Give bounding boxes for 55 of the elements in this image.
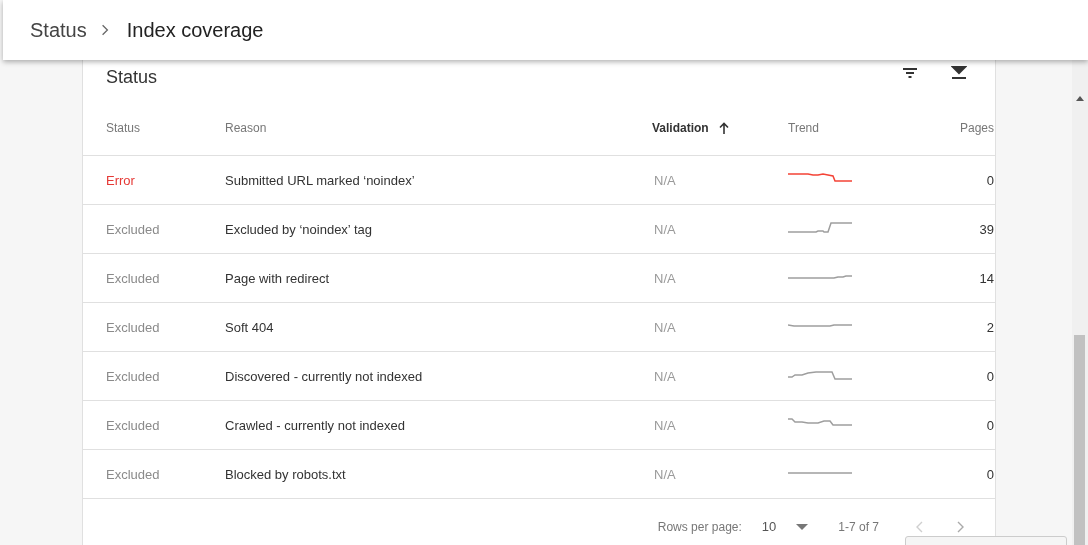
filter-icon[interactable]: [903, 68, 917, 78]
status-cell-text: Excluded: [106, 319, 161, 335]
pages-cell-text: 0: [985, 172, 994, 188]
reason-cell-text: Crawled - currently not indexed: [225, 417, 406, 433]
validation-cell-text: N/A: [653, 466, 677, 482]
page-range: 1-7 of 7: [838, 519, 879, 534]
card-title: Status: [106, 66, 158, 88]
page-title: Index coverage: [126, 18, 264, 42]
trend-sparkline: [788, 172, 852, 182]
reason-cell-text: Soft 404: [225, 319, 275, 335]
scrollbar[interactable]: [1072, 60, 1088, 545]
download-icon[interactable]: [951, 65, 967, 81]
status-cell-text: Excluded: [106, 417, 161, 433]
pages-cell-text: 2: [985, 319, 994, 335]
column-header[interactable]: Trend: [788, 120, 908, 135]
validation-cell-text: N/A: [653, 221, 677, 237]
column-header[interactable]: Reason: [225, 120, 650, 135]
reason-cell-text: Page with redirect: [225, 270, 331, 286]
pages-cell-text: 0: [985, 466, 994, 482]
column-header[interactable]: Validation: [650, 120, 788, 135]
trend-sparkline: [788, 323, 852, 327]
pages-cell-text: 0: [985, 417, 994, 433]
trend-sparkline: [788, 417, 852, 426]
status-cell-text: Excluded: [106, 270, 161, 286]
trend-sparkline: [788, 274, 852, 279]
pages-cell-text: 14: [978, 270, 994, 286]
validation-cell-text: N/A: [653, 417, 677, 433]
trend-sparkline: [788, 370, 852, 380]
status-cell-text: Error: [106, 172, 136, 188]
column-header[interactable]: Status: [106, 120, 225, 135]
reason-cell-text: Discovered - currently not indexed: [225, 368, 424, 384]
column-header[interactable]: Pages: [908, 120, 994, 135]
reason-cell-text: Submitted URL marked ‘noindex’: [225, 172, 416, 188]
rows-per-page-label: Rows per page:: [657, 519, 742, 534]
caret-icon: [796, 523, 809, 530]
status-cell-text: Excluded: [106, 221, 161, 237]
validation-cell-text: N/A: [653, 172, 677, 188]
reason-cell-text: Blocked by robots.txt: [225, 466, 347, 482]
breadcrumb-link[interactable]: Status: [30, 18, 87, 42]
scroll-up-icon[interactable]: [1076, 96, 1084, 101]
rows-per-page-select[interactable]: 10: [761, 519, 809, 534]
status-cell-text: Excluded: [106, 368, 161, 384]
status-cell-text: Excluded: [106, 466, 161, 482]
next-page-icon[interactable]: [957, 520, 965, 533]
sort-arrow-icon: [718, 121, 729, 134]
chevron-right-icon: [100, 24, 109, 36]
validation-cell-text: N/A: [653, 270, 677, 286]
validation-cell-text: N/A: [653, 368, 677, 384]
trend-sparkline: [788, 471, 852, 474]
trend-sparkline: [788, 221, 852, 233]
reason-cell-text: Excluded by ‘noindex’ tag: [225, 221, 373, 237]
scrollbar-thumb[interactable]: [1074, 335, 1085, 545]
pages-cell-text: 39: [978, 221, 994, 237]
pages-cell-text: 0: [985, 368, 994, 384]
validation-cell-text: N/A: [653, 319, 677, 335]
